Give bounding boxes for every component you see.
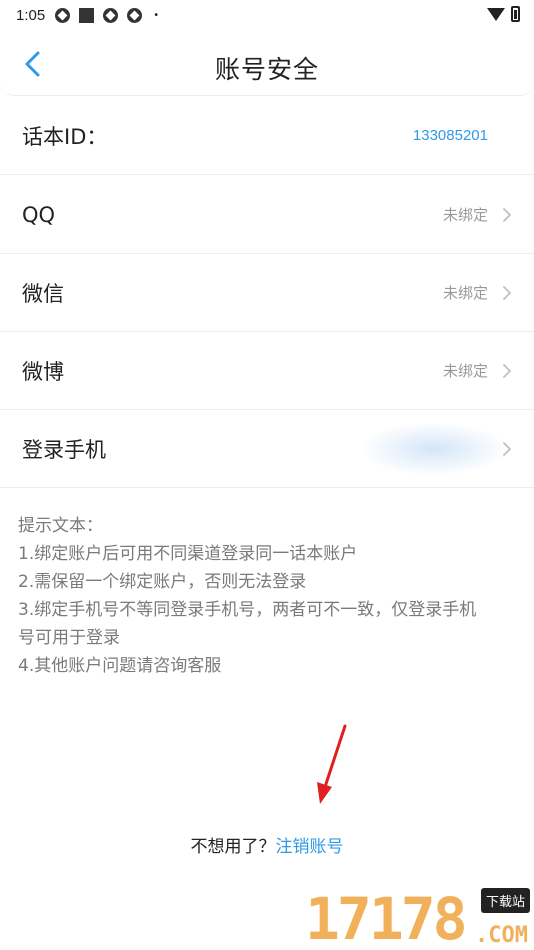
watermark-badge: 下载站 — [480, 888, 530, 913]
watermark-suffix: .COM — [475, 923, 528, 948]
login-phone-row[interactable]: 登录手机 — [0, 410, 534, 488]
chevron-right-icon — [503, 286, 511, 300]
wechat-status: 未绑定 — [442, 284, 488, 302]
account-id-row: 话本ID： 133085201 — [0, 97, 534, 175]
qq-binding-row[interactable]: QQ 未绑定 — [0, 176, 534, 254]
account-id-label: 话本ID： — [22, 124, 108, 149]
wechat-label: 微信 — [22, 281, 64, 306]
chevron-right-icon — [503, 364, 511, 378]
chevron-right-icon — [503, 208, 511, 222]
watermark-digits: 17178 — [305, 885, 468, 950]
tip-line: 4.其他账户问题请咨询客服 — [18, 656, 222, 676]
footer: 不想用了？注销账号 — [0, 832, 534, 857]
status-time: 1:05 — [16, 6, 46, 24]
account-id-value: 133085201 — [412, 127, 488, 144]
weibo-label: 微博 — [22, 359, 64, 384]
tip-line: 3.绑定手机号不等同登录手机号，两者可不一致，仅登录手机 — [18, 600, 477, 620]
app-notification-icon — [103, 7, 119, 23]
footer-prompt: 不想用了？ — [190, 837, 276, 857]
qq-status: 未绑定 — [442, 206, 488, 224]
login-phone-label: 登录手机 — [22, 437, 106, 462]
weibo-binding-row[interactable]: 微博 未绑定 — [0, 332, 534, 410]
tips-block: 提示文本： 1.绑定账户后可用不同渠道登录同一话本账户 2.需保留一个绑定账户，… — [18, 512, 518, 680]
cancel-account-link[interactable]: 注销账号 — [276, 837, 344, 857]
tip-line: 1.绑定账户后可用不同渠道登录同一话本账户 — [18, 544, 358, 564]
chevron-right-icon — [503, 442, 511, 456]
header-bar: 账号安全 — [0, 30, 534, 96]
status-bar: 1:05 • — [0, 0, 534, 30]
battery-icon — [511, 6, 520, 22]
annotation-arrow-icon — [317, 724, 347, 804]
watermark-logo: 17178 下载站 .COM — [305, 888, 530, 948]
tips-heading: 提示文本： — [18, 516, 103, 536]
wechat-binding-row[interactable]: 微信 未绑定 — [0, 254, 534, 332]
page-title: 账号安全 — [214, 55, 319, 84]
more-notifications-dot: • — [153, 9, 160, 21]
tip-line: 号可用于登录 — [18, 628, 120, 648]
weibo-status: 未绑定 — [442, 362, 488, 380]
app-notification-icon — [55, 7, 71, 23]
app-notification-icon — [127, 7, 143, 23]
wifi-icon — [487, 7, 505, 21]
square-notification-icon — [79, 7, 95, 23]
blurred-phone-number — [364, 424, 504, 474]
qq-label: QQ — [22, 202, 56, 227]
tip-line: 2.需保留一个绑定账户，否则无法登录 — [18, 572, 307, 592]
